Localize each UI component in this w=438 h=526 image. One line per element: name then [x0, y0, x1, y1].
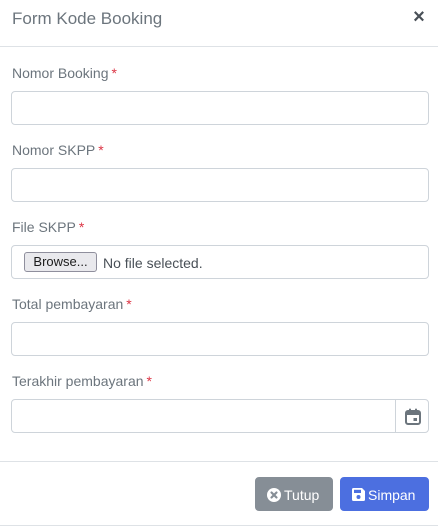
modal-footer: Tutup Simpan: [0, 461, 438, 525]
total-pembayaran-label-text: Total pembayaran: [12, 296, 124, 312]
simpan-button[interactable]: Simpan: [340, 477, 429, 511]
required-mark: *: [146, 373, 152, 389]
terakhir-pembayaran-input[interactable]: [11, 399, 396, 433]
file-skpp-label-text: File SKPP: [12, 219, 76, 235]
modal-header: Form Kode Booking ×: [0, 0, 438, 47]
file-skpp-input[interactable]: Browse... No file selected.: [11, 245, 429, 279]
terakhir-pembayaran-label-text: Terakhir pembayaran: [12, 373, 144, 389]
nomor-booking-label: Nomor Booking *: [12, 64, 117, 82]
calendar-icon: [405, 408, 421, 425]
nomor-booking-label-text: Nomor Booking: [12, 65, 109, 81]
terakhir-pembayaran-label: Terakhir pembayaran *: [12, 372, 152, 390]
simpan-button-label: Simpan: [368, 487, 416, 503]
browse-button[interactable]: Browse...: [24, 252, 97, 272]
file-status-text: No file selected.: [103, 255, 203, 271]
tutup-button-label: Tutup: [284, 487, 320, 503]
total-pembayaran-label: Total pembayaran *: [12, 295, 132, 313]
required-mark: *: [98, 142, 104, 158]
required-mark: *: [126, 296, 132, 312]
nomor-skpp-label: Nomor SKPP *: [12, 141, 104, 159]
close-icon[interactable]: ×: [410, 7, 428, 27]
floppy-disk-icon: [352, 488, 365, 502]
times-circle-icon: [267, 487, 281, 502]
calendar-button[interactable]: [395, 399, 429, 433]
required-mark: *: [111, 65, 117, 81]
file-skpp-label: File SKPP *: [12, 218, 84, 236]
nomor-skpp-input[interactable]: [11, 168, 429, 202]
required-mark: *: [78, 219, 85, 235]
terakhir-pembayaran-group: [11, 399, 429, 433]
nomor-booking-input[interactable]: [11, 91, 429, 125]
tutup-button[interactable]: Tutup: [255, 477, 333, 511]
modal-title: Form Kode Booking: [12, 9, 163, 28]
booking-code-modal: Form Kode Booking × Nomor Booking * Nomor…: [0, 0, 438, 526]
total-pembayaran-input[interactable]: [11, 322, 429, 356]
nomor-skpp-label-text: Nomor SKPP: [12, 142, 96, 158]
